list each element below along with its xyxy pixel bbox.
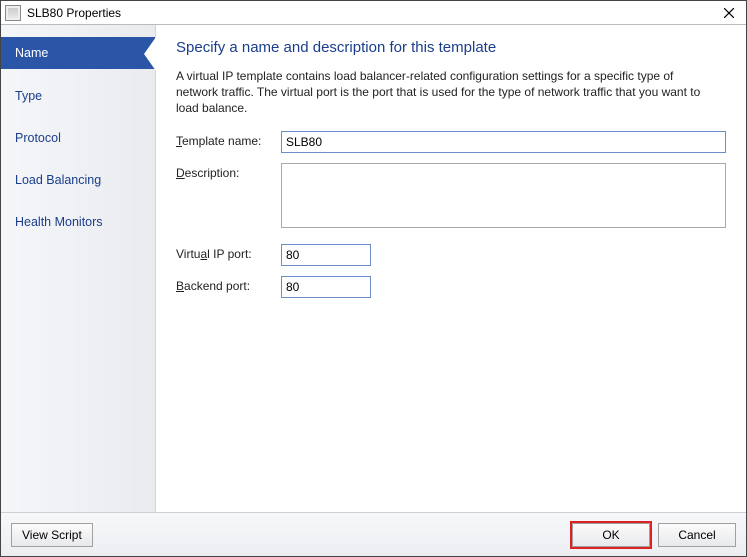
template-name-input[interactable] bbox=[281, 131, 726, 153]
label-description: Description: bbox=[176, 163, 281, 180]
virtual-ip-port-input[interactable] bbox=[281, 244, 371, 266]
cancel-button[interactable]: Cancel bbox=[658, 523, 736, 547]
window-title: SLB80 Properties bbox=[27, 6, 716, 20]
sidebar: Name Type Protocol Load Balancing Health… bbox=[1, 25, 156, 512]
sidebar-item-health-monitors[interactable]: Health Monitors bbox=[1, 207, 155, 237]
window-frame: SLB80 Properties Name Type Protocol Load… bbox=[0, 0, 747, 557]
close-icon bbox=[724, 8, 734, 18]
label-template-name: Template name: bbox=[176, 131, 281, 148]
sidebar-item-load-balancing[interactable]: Load Balancing bbox=[1, 165, 155, 195]
backend-port-input[interactable] bbox=[281, 276, 371, 298]
titlebar: SLB80 Properties bbox=[1, 1, 746, 25]
description-input[interactable] bbox=[281, 163, 726, 228]
main-panel: Specify a name and description for this … bbox=[156, 25, 746, 512]
sidebar-item-name[interactable]: Name bbox=[1, 37, 155, 69]
label-virtual-ip-port: Virtual IP port: bbox=[176, 244, 281, 261]
row-template-name: Template name: bbox=[176, 131, 726, 153]
footer: View Script OK Cancel bbox=[1, 512, 746, 556]
ok-button[interactable]: OK bbox=[572, 523, 650, 547]
close-button[interactable] bbox=[716, 2, 742, 24]
page-heading: Specify a name and description for this … bbox=[176, 39, 726, 56]
row-virtual-ip-port: Virtual IP port: bbox=[176, 244, 726, 266]
window-body: Name Type Protocol Load Balancing Health… bbox=[1, 25, 746, 512]
row-backend-port: Backend port: bbox=[176, 276, 726, 298]
view-script-button[interactable]: View Script bbox=[11, 523, 93, 547]
intro-text: A virtual IP template contains load bala… bbox=[176, 68, 716, 117]
sidebar-item-type[interactable]: Type bbox=[1, 81, 155, 111]
sidebar-item-protocol[interactable]: Protocol bbox=[1, 123, 155, 153]
label-backend-port: Backend port: bbox=[176, 276, 281, 293]
window-icon bbox=[5, 5, 21, 21]
row-description: Description: bbox=[176, 163, 726, 228]
